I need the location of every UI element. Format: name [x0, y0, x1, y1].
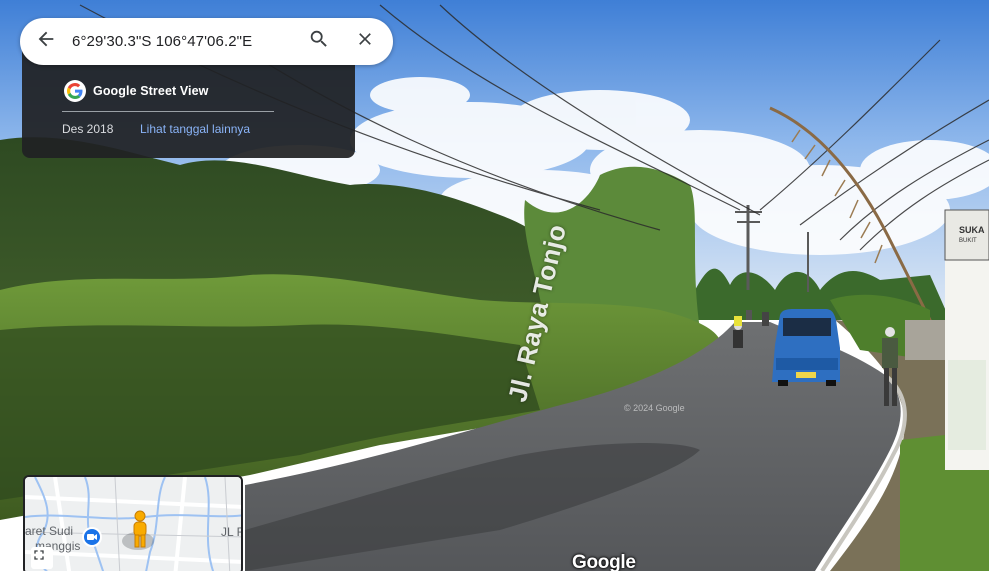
place-pin-icon[interactable]	[82, 527, 102, 547]
roadside-sign-subtext: BUKIT	[959, 238, 977, 244]
close-icon	[355, 29, 375, 54]
pegman-icon[interactable]	[123, 509, 157, 553]
other-dates-link[interactable]: Lihat tanggal lainnya	[140, 122, 250, 136]
card-divider	[62, 111, 274, 112]
search-icon	[308, 28, 330, 55]
blue-van	[772, 309, 840, 386]
expand-icon[interactable]	[31, 547, 53, 569]
google-watermark: Google	[572, 552, 636, 571]
arrow-left-icon	[35, 28, 57, 55]
brand-label: Google Street View	[93, 84, 209, 98]
search-bar	[20, 18, 393, 65]
google-g-icon	[64, 80, 86, 102]
copyright-text: © 2024 Google	[624, 403, 685, 413]
map-label: JL R	[221, 525, 243, 539]
search-button[interactable]	[297, 18, 341, 65]
capture-date: Des 2018	[62, 122, 114, 136]
wall	[905, 320, 945, 360]
map-label: aret Sudi	[25, 524, 74, 538]
search-input[interactable]	[70, 33, 297, 50]
minimap[interactable]: aret Sudi manggis JL R	[23, 475, 243, 571]
brand-row: Google Street View	[64, 80, 209, 102]
close-button[interactable]	[341, 18, 389, 65]
back-button[interactable]	[22, 18, 70, 65]
roadside-sign-text: SUKA	[959, 225, 985, 235]
